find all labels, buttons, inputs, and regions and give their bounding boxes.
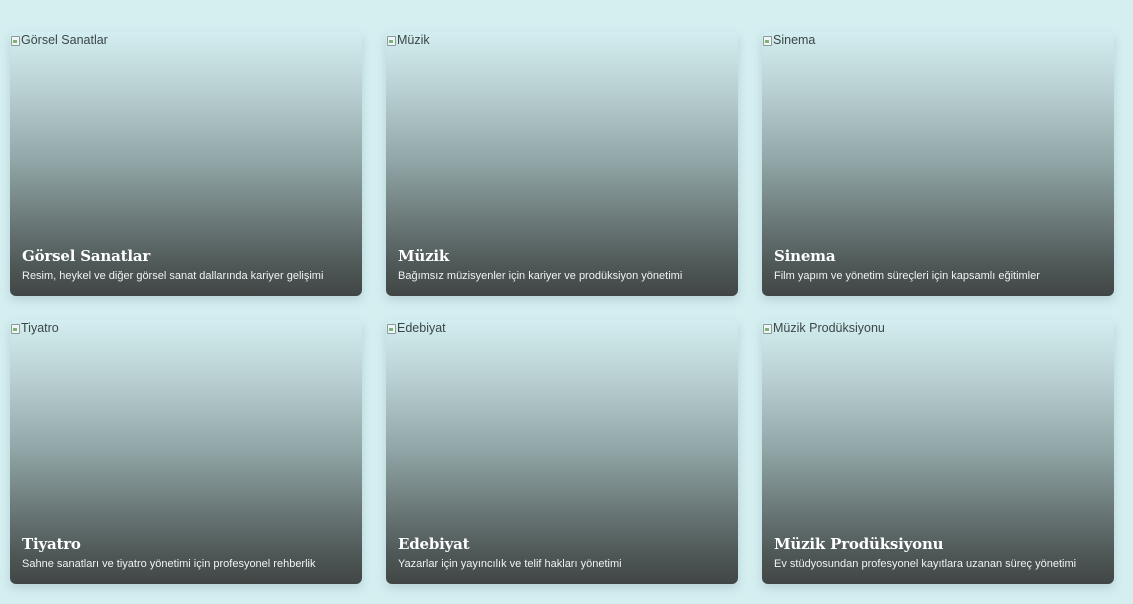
card-image-alt-text: Tiyatro (21, 321, 59, 335)
broken-image-icon (762, 322, 772, 334)
card-image-alt-text: Müzik (397, 33, 430, 47)
card-title: Müzik Prodüksiyonu (774, 535, 944, 553)
card-image: Müzik Prodüksiyonu (762, 320, 885, 336)
card-description: Yazarlar için yayıncılık ve telif haklar… (398, 558, 622, 570)
category-card-edebiyat[interactable]: Edebiyat Edebiyat Yazarlar için yayıncıl… (386, 320, 738, 584)
card-image: Tiyatro (10, 320, 59, 336)
category-card-muzik[interactable]: Müzik Müzik Bağımsız müzisyenler için ka… (386, 32, 738, 296)
card-title: Tiyatro (22, 535, 81, 553)
card-description: Resim, heykel ve diğer görsel sanat dall… (22, 270, 324, 282)
card-description: Ev stüdyosundan profesyonel kayıtlara uz… (774, 558, 1077, 570)
card-description: Bağımsız müzisyenler için kariyer ve pro… (398, 270, 683, 282)
category-card-muzik-produksiyonu[interactable]: Müzik Prodüksiyonu Müzik Prodüksiyonu Ev… (762, 320, 1114, 584)
card-title: Görsel Sanatlar (22, 247, 151, 265)
category-card-tiyatro[interactable]: Tiyatro Tiyatro Sahne sanatları ve tiyat… (10, 320, 362, 584)
card-title: Müzik (398, 247, 450, 265)
card-image: Müzik (386, 32, 430, 48)
category-grid: Görsel Sanatlar Görsel Sanatlar Resim, h… (10, 32, 1114, 584)
category-card-gorsel-sanatlar[interactable]: Görsel Sanatlar Görsel Sanatlar Resim, h… (10, 32, 362, 296)
card-image: Edebiyat (386, 320, 446, 336)
broken-image-icon (762, 34, 772, 46)
broken-image-icon (386, 34, 396, 46)
card-image-alt-text: Sinema (773, 33, 816, 47)
card-title: Edebiyat (398, 535, 470, 553)
card-title: Sinema (774, 247, 836, 265)
broken-image-icon (10, 34, 20, 46)
card-image-alt-text: Edebiyat (397, 321, 446, 335)
card-description: Sahne sanatları ve tiyatro yönetimi için… (22, 558, 316, 570)
broken-image-icon (386, 322, 396, 334)
card-image: Sinema (762, 32, 815, 48)
category-card-sinema[interactable]: Sinema Sinema Film yapım ve yönetim süre… (762, 32, 1114, 296)
broken-image-icon (10, 322, 20, 334)
card-image: Görsel Sanatlar (10, 32, 108, 48)
card-description: Film yapım ve yönetim süreçleri için kap… (774, 270, 1040, 282)
card-image-alt-text: Görsel Sanatlar (21, 33, 108, 47)
card-image-alt-text: Müzik Prodüksiyonu (773, 321, 885, 335)
